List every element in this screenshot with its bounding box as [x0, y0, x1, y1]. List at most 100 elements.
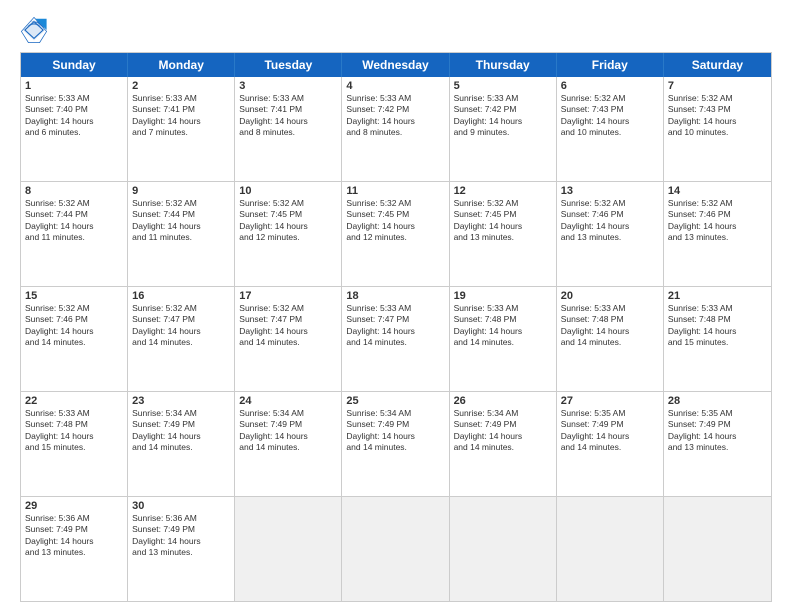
day-number: 17	[239, 290, 337, 302]
calendar-cell: 7Sunrise: 5:32 AM Sunset: 7:43 PM Daylig…	[664, 77, 771, 181]
cell-info: Sunrise: 5:33 AM Sunset: 7:40 PM Dayligh…	[25, 93, 123, 139]
day-number: 12	[454, 185, 552, 197]
day-number: 29	[25, 500, 123, 512]
calendar-cell: 21Sunrise: 5:33 AM Sunset: 7:48 PM Dayli…	[664, 287, 771, 391]
calendar-header: SundayMondayTuesdayWednesdayThursdayFrid…	[21, 53, 771, 77]
day-number: 8	[25, 185, 123, 197]
day-number: 4	[346, 80, 444, 92]
calendar-cell	[450, 497, 557, 601]
day-number: 22	[25, 395, 123, 407]
calendar-row-1: 1Sunrise: 5:33 AM Sunset: 7:40 PM Daylig…	[21, 77, 771, 182]
cell-info: Sunrise: 5:33 AM Sunset: 7:42 PM Dayligh…	[454, 93, 552, 139]
day-number: 27	[561, 395, 659, 407]
cell-info: Sunrise: 5:34 AM Sunset: 7:49 PM Dayligh…	[239, 408, 337, 454]
day-number: 25	[346, 395, 444, 407]
logo	[20, 16, 50, 44]
calendar-row-4: 22Sunrise: 5:33 AM Sunset: 7:48 PM Dayli…	[21, 392, 771, 497]
calendar-cell	[235, 497, 342, 601]
cell-info: Sunrise: 5:36 AM Sunset: 7:49 PM Dayligh…	[25, 513, 123, 559]
day-number: 1	[25, 80, 123, 92]
calendar-cell: 10Sunrise: 5:32 AM Sunset: 7:45 PM Dayli…	[235, 182, 342, 286]
calendar-cell: 6Sunrise: 5:32 AM Sunset: 7:43 PM Daylig…	[557, 77, 664, 181]
calendar-row-2: 8 Sunrise: 5:32 AM Sunset: 7:44 PM Daylig…	[21, 182, 771, 287]
calendar-cell: 14Sunrise: 5:32 AM Sunset: 7:46 PM Dayli…	[664, 182, 771, 286]
calendar-cell: 1Sunrise: 5:33 AM Sunset: 7:40 PM Daylig…	[21, 77, 128, 181]
cell-info: Sunrise: 5:35 AM Sunset: 7:49 PM Dayligh…	[561, 408, 659, 454]
header-day-friday: Friday	[557, 53, 664, 77]
cell-info: Sunrise: 5:35 AM Sunset: 7:49 PM Dayligh…	[668, 408, 767, 454]
calendar-cell: 2Sunrise: 5:33 AM Sunset: 7:41 PM Daylig…	[128, 77, 235, 181]
calendar-cell: 13Sunrise: 5:32 AM Sunset: 7:46 PM Dayli…	[557, 182, 664, 286]
header-day-thursday: Thursday	[450, 53, 557, 77]
calendar: SundayMondayTuesdayWednesdayThursdayFrid…	[20, 52, 772, 602]
cell-info: Sunrise: 5:32 AM Sunset: 7:44 PM Dayligh…	[132, 198, 230, 244]
cell-info: Sunrise: 5:33 AM Sunset: 7:48 PM Dayligh…	[25, 408, 123, 454]
cell-info: Sunrise: 5:32 AM Sunset: 7:43 PM Dayligh…	[668, 93, 767, 139]
calendar-row-5: 29Sunrise: 5:36 AM Sunset: 7:49 PM Dayli…	[21, 497, 771, 601]
calendar-cell: 19Sunrise: 5:33 AM Sunset: 7:48 PM Dayli…	[450, 287, 557, 391]
logo-icon	[20, 16, 48, 44]
calendar-body: 1Sunrise: 5:33 AM Sunset: 7:40 PM Daylig…	[21, 77, 771, 601]
calendar-cell: 5Sunrise: 5:33 AM Sunset: 7:42 PM Daylig…	[450, 77, 557, 181]
cell-info: Sunrise: 5:32 AM Sunset: 7:45 PM Dayligh…	[239, 198, 337, 244]
day-number: 19	[454, 290, 552, 302]
day-number: 21	[668, 290, 767, 302]
calendar-row-3: 15Sunrise: 5:32 AM Sunset: 7:46 PM Dayli…	[21, 287, 771, 392]
day-number: 13	[561, 185, 659, 197]
calendar-cell: 26Sunrise: 5:34 AM Sunset: 7:49 PM Dayli…	[450, 392, 557, 496]
calendar-cell: 20Sunrise: 5:33 AM Sunset: 7:48 PM Dayli…	[557, 287, 664, 391]
day-number: 7	[668, 80, 767, 92]
calendar-cell: 11Sunrise: 5:32 AM Sunset: 7:45 PM Dayli…	[342, 182, 449, 286]
day-number: 5	[454, 80, 552, 92]
calendar-cell: 18Sunrise: 5:33 AM Sunset: 7:47 PM Dayli…	[342, 287, 449, 391]
cell-info: Sunrise: 5:34 AM Sunset: 7:49 PM Dayligh…	[346, 408, 444, 454]
header-day-sunday: Sunday	[21, 53, 128, 77]
calendar-cell	[342, 497, 449, 601]
cell-info: Sunrise: 5:33 AM Sunset: 7:48 PM Dayligh…	[668, 303, 767, 349]
calendar-cell: 17Sunrise: 5:32 AM Sunset: 7:47 PM Dayli…	[235, 287, 342, 391]
cell-info: Sunrise: 5:32 AM Sunset: 7:46 PM Dayligh…	[668, 198, 767, 244]
header-day-saturday: Saturday	[664, 53, 771, 77]
cell-info: Sunrise: 5:32 AM Sunset: 7:46 PM Dayligh…	[25, 303, 123, 349]
calendar-cell: 24Sunrise: 5:34 AM Sunset: 7:49 PM Dayli…	[235, 392, 342, 496]
header-day-tuesday: Tuesday	[235, 53, 342, 77]
cell-info: Sunrise: 5:33 AM Sunset: 7:48 PM Dayligh…	[561, 303, 659, 349]
calendar-cell: 4Sunrise: 5:33 AM Sunset: 7:42 PM Daylig…	[342, 77, 449, 181]
day-number: 28	[668, 395, 767, 407]
page-header	[20, 16, 772, 44]
calendar-cell: 12Sunrise: 5:32 AM Sunset: 7:45 PM Dayli…	[450, 182, 557, 286]
day-number: 2	[132, 80, 230, 92]
calendar-cell: 9Sunrise: 5:32 AM Sunset: 7:44 PM Daylig…	[128, 182, 235, 286]
day-number: 15	[25, 290, 123, 302]
calendar-cell: 16Sunrise: 5:32 AM Sunset: 7:47 PM Dayli…	[128, 287, 235, 391]
cell-info: Sunrise: 5:32 AM Sunset: 7:46 PM Dayligh…	[561, 198, 659, 244]
calendar-cell: 27Sunrise: 5:35 AM Sunset: 7:49 PM Dayli…	[557, 392, 664, 496]
day-number: 3	[239, 80, 337, 92]
day-number: 6	[561, 80, 659, 92]
calendar-cell: 30Sunrise: 5:36 AM Sunset: 7:49 PM Dayli…	[128, 497, 235, 601]
calendar-cell: 23Sunrise: 5:34 AM Sunset: 7:49 PM Dayli…	[128, 392, 235, 496]
calendar-cell: 29Sunrise: 5:36 AM Sunset: 7:49 PM Dayli…	[21, 497, 128, 601]
cell-info: Sunrise: 5:33 AM Sunset: 7:41 PM Dayligh…	[239, 93, 337, 139]
cell-info: Sunrise: 5:32 AM Sunset: 7:43 PM Dayligh…	[561, 93, 659, 139]
cell-info: Sunrise: 5:34 AM Sunset: 7:49 PM Dayligh…	[132, 408, 230, 454]
day-number: 30	[132, 500, 230, 512]
day-number: 18	[346, 290, 444, 302]
calendar-cell: 15Sunrise: 5:32 AM Sunset: 7:46 PM Dayli…	[21, 287, 128, 391]
day-number: 26	[454, 395, 552, 407]
cell-info: Sunrise: 5:32 AM Sunset: 7:47 PM Dayligh…	[239, 303, 337, 349]
calendar-cell: 25Sunrise: 5:34 AM Sunset: 7:49 PM Dayli…	[342, 392, 449, 496]
header-day-monday: Monday	[128, 53, 235, 77]
day-number: 24	[239, 395, 337, 407]
day-number: 11	[346, 185, 444, 197]
cell-info: Sunrise: 5:36 AM Sunset: 7:49 PM Dayligh…	[132, 513, 230, 559]
cell-info: Sunrise: 5:32 AM Sunset: 7:47 PM Dayligh…	[132, 303, 230, 349]
day-number: 14	[668, 185, 767, 197]
header-day-wednesday: Wednesday	[342, 53, 449, 77]
cell-info: Sunrise: 5:32 AM Sunset: 7:45 PM Dayligh…	[346, 198, 444, 244]
cell-info: Sunrise: 5:34 AM Sunset: 7:49 PM Dayligh…	[454, 408, 552, 454]
day-number: 23	[132, 395, 230, 407]
calendar-cell	[557, 497, 664, 601]
day-number: 16	[132, 290, 230, 302]
cell-info: Sunrise: 5:33 AM Sunset: 7:42 PM Dayligh…	[346, 93, 444, 139]
